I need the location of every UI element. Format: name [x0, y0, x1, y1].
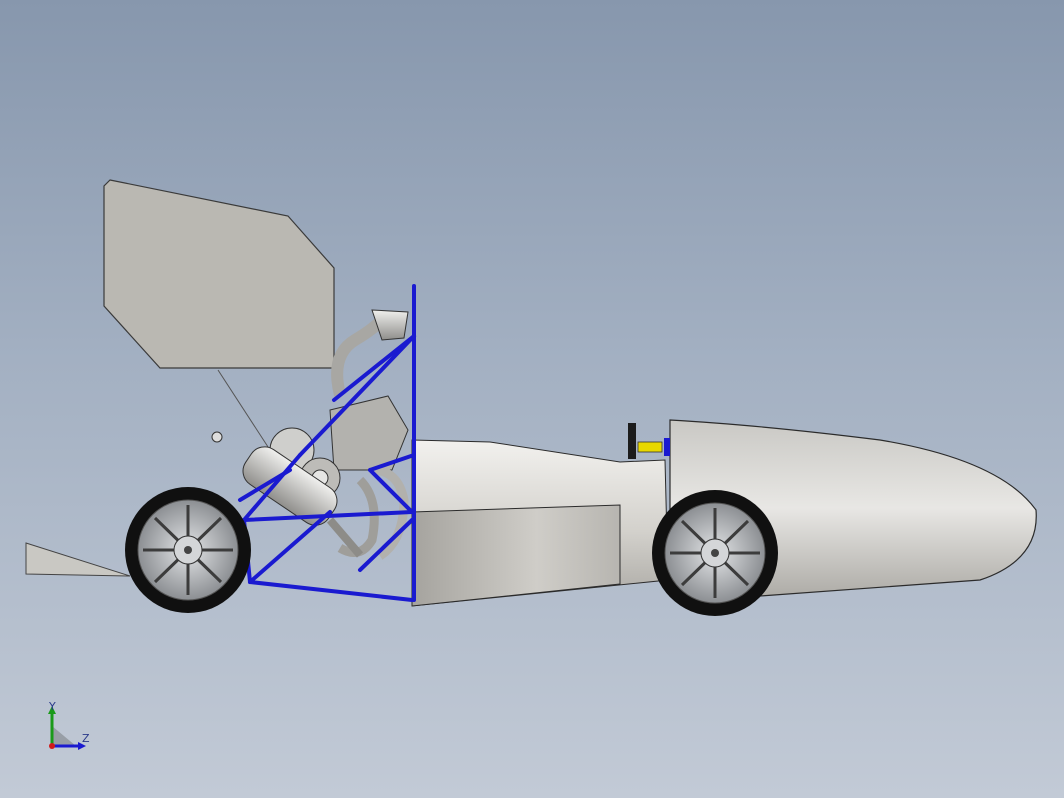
triad-y-label: Y	[48, 700, 56, 713]
rear-wing[interactable]	[103, 179, 335, 451]
view-orientation-triad-icon: Y Z	[48, 700, 90, 750]
cad-viewport[interactable]	[0, 0, 1064, 798]
front-wheel[interactable]	[652, 490, 778, 616]
triad-z-label: Z	[82, 732, 90, 745]
steering-wheel[interactable]	[628, 423, 670, 459]
rear-wheel[interactable]	[125, 487, 251, 613]
rear-diffuser[interactable]	[25, 542, 131, 577]
